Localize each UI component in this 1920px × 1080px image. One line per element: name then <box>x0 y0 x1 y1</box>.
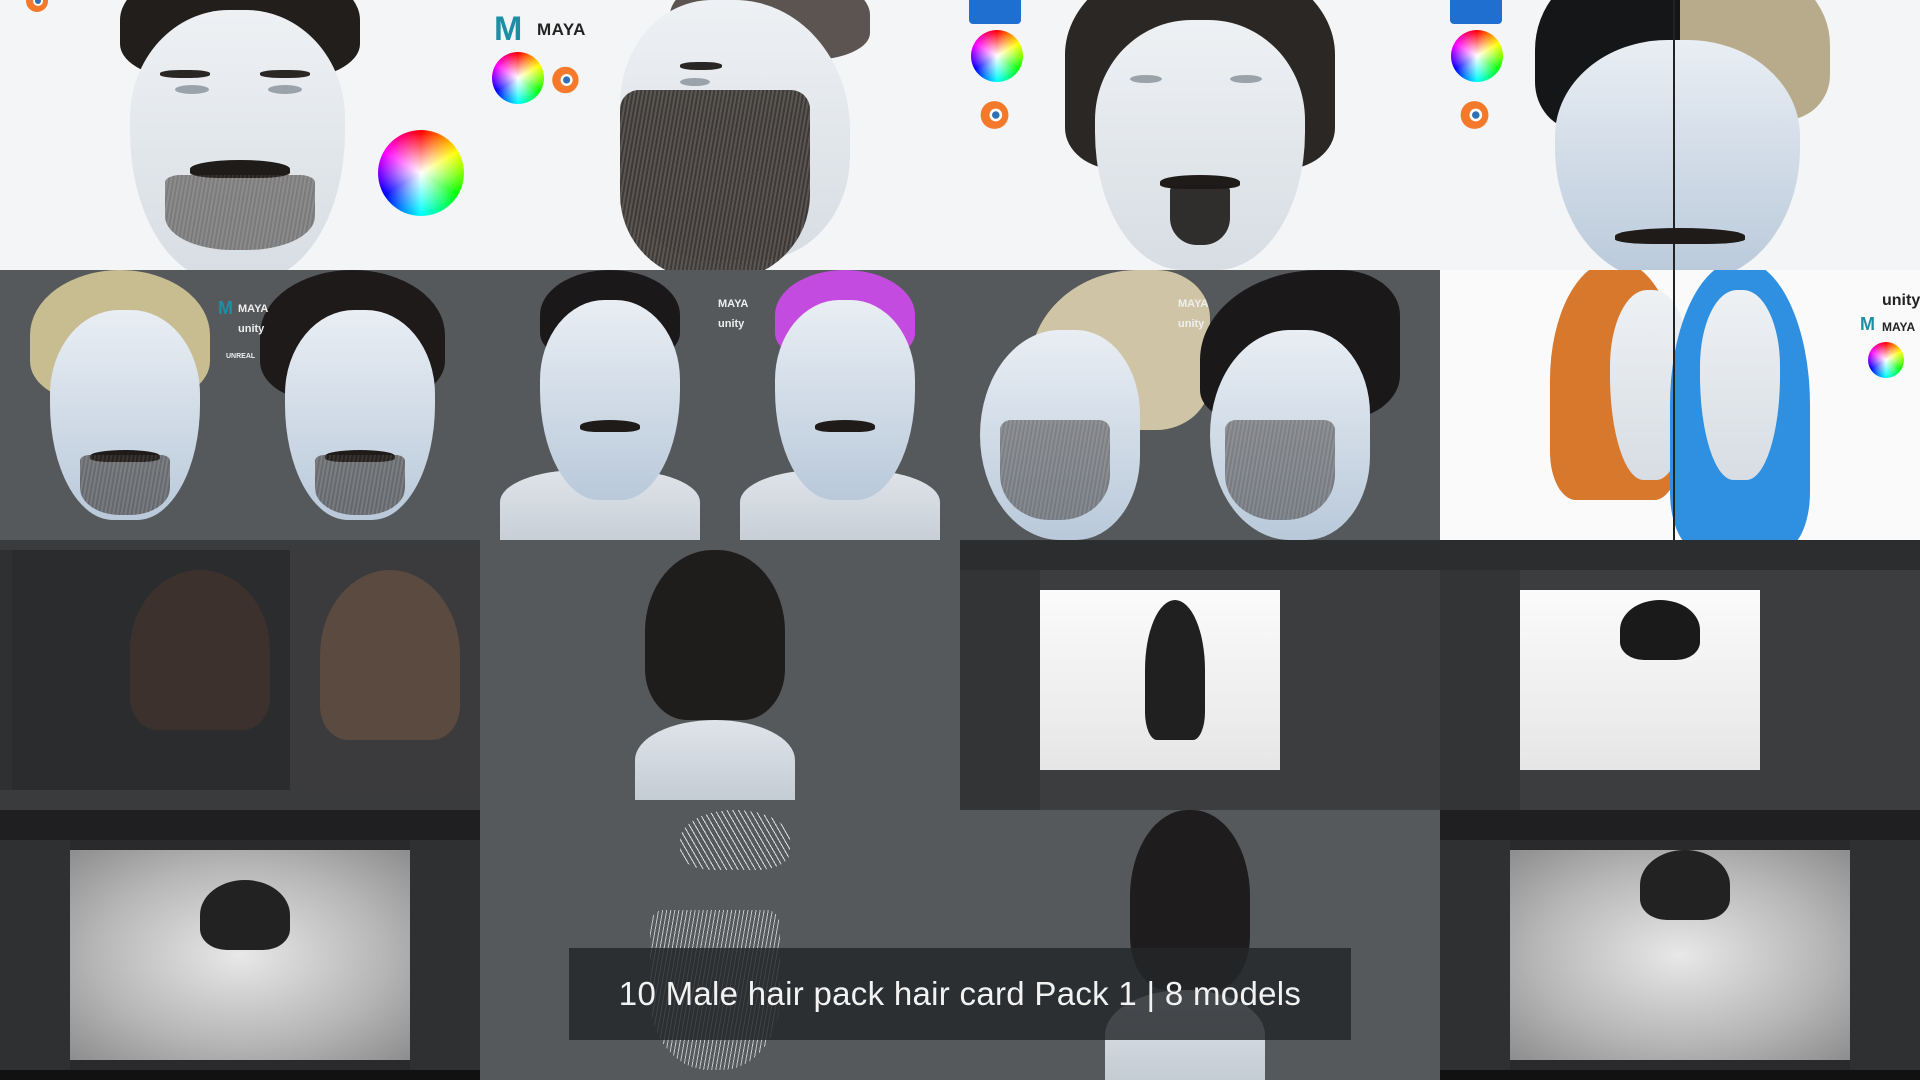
blender-icon <box>980 101 1009 129</box>
software-screenshot-unreal-2 <box>1440 810 1920 1080</box>
render-tile-mohawk-profile: MAYA unity <box>960 270 1440 540</box>
unity-label: unity <box>718 318 745 330</box>
portrait-tile-goatee-long-hair <box>960 0 1440 270</box>
color-wheel-icon <box>1451 30 1503 82</box>
maya-label: MAYA <box>238 303 269 315</box>
portrait-tile-goatee <box>0 0 480 270</box>
portrait-tile-long-beard: M MAYA <box>480 0 960 270</box>
color-wheel-icon <box>971 30 1023 82</box>
blender-icon <box>552 66 579 94</box>
caption-banner: 10 Male hair pack hair card Pack 1 | 8 m… <box>569 948 1351 1040</box>
render-tile-blonde-dark: M MAYA unity UNREAL <box>0 270 480 540</box>
portrait-tile-split-compare <box>1440 0 1920 270</box>
maya-icon: M <box>1860 314 1875 334</box>
render-tile-orange-blue: unity M MAYA <box>1440 270 1920 540</box>
blender-icon <box>26 0 48 12</box>
software-screenshot-maya-1 <box>960 540 1440 810</box>
unity-label: unity <box>238 323 265 335</box>
long-beard <box>620 90 810 270</box>
caption-text: 10 Male hair pack hair card Pack 1 | 8 m… <box>618 975 1302 1012</box>
maya-label: MAYA <box>718 298 749 310</box>
software-screenshot-hair-editor <box>0 540 480 810</box>
software-screenshot-unreal-1 <box>0 810 480 1080</box>
unity-label: unity <box>1178 318 1205 330</box>
maya-icon: M <box>494 10 523 48</box>
software-screenshot-maya-2 <box>1440 540 1920 810</box>
color-wheel-icon <box>1868 342 1904 378</box>
app-badge-icon <box>1450 0 1502 24</box>
taskbar <box>1440 1070 1920 1080</box>
maya-icon: M <box>218 298 233 318</box>
app-badge-icon <box>969 0 1021 24</box>
render-tile-back-view <box>480 540 960 810</box>
maya-label: MAYA <box>1178 298 1209 310</box>
color-wheel-icon <box>492 52 544 104</box>
color-wheel-icon <box>378 130 464 216</box>
maya-label: MAYA <box>537 20 586 39</box>
blender-icon <box>1460 101 1489 129</box>
render-tile-black-purple: MAYA unity <box>480 270 960 540</box>
maya-label: MAYA <box>1882 320 1916 334</box>
bob-hair-back <box>645 550 785 720</box>
unreal-label: UNREAL <box>226 353 256 360</box>
taskbar <box>0 1070 480 1080</box>
unity-label: unity <box>1882 292 1920 309</box>
